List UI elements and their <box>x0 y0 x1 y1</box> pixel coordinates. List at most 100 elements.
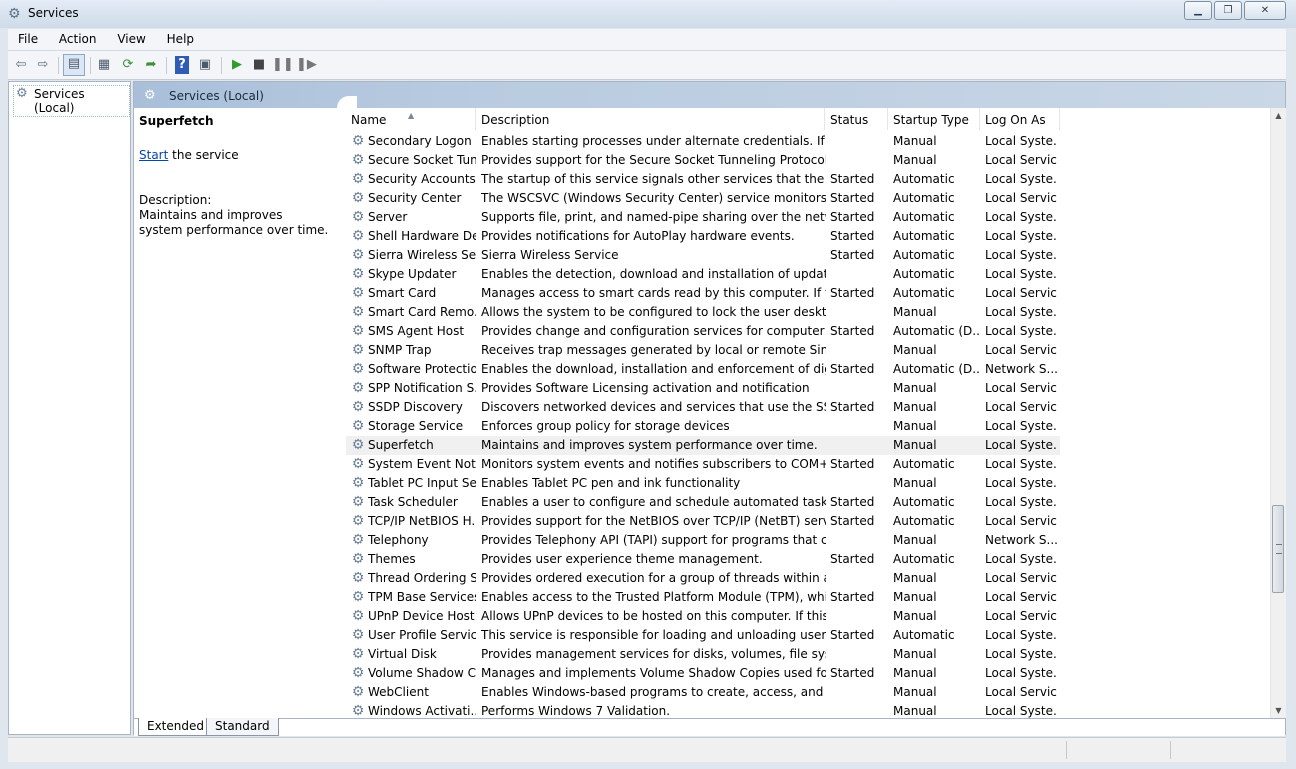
services-list: Name ▲ Description Status Startup Type Lo… <box>346 108 1268 718</box>
menu-help[interactable]: Help <box>157 29 201 46</box>
table-row[interactable]: ⚙ Smart Card Manages access to smart cards… <box>346 284 1268 303</box>
services-pane: ⚙ Services (Local) Superfetch Start the … <box>133 81 1286 736</box>
cell-name: Storage Service <box>368 419 464 433</box>
gear-icon: ⚙ <box>351 665 365 681</box>
table-row[interactable]: ⚙ Windows Activati... Performs Windows 7 V… <box>346 702 1268 718</box>
table-row[interactable]: ⚙ Security Accounts... The startup of this… <box>346 170 1268 189</box>
cell-name: UPnP Device Host <box>368 609 475 623</box>
table-row[interactable]: ⚙ Volume Shadow C... Manages and implement… <box>346 664 1268 683</box>
table-row[interactable]: ⚙ Smart Card Remo... Allows the system to … <box>346 303 1268 322</box>
cell-log-on-as: Local Syste... <box>985 704 1057 718</box>
menu-action[interactable]: Action <box>49 29 104 46</box>
close-icon[interactable]: ✕ <box>1244 1 1286 20</box>
refresh-icon[interactable]: ⟳ <box>119 56 137 74</box>
table-row[interactable]: ⚙Tablet PC Input Se... Enables Tablet PC … <box>346 474 1268 493</box>
column-header-status[interactable]: Status <box>825 108 888 130</box>
column-header-log-on-as[interactable]: Log On As <box>980 108 1060 130</box>
description-label: Description: <box>139 193 212 207</box>
cell-log-on-as: Local Service <box>985 514 1057 528</box>
cell-log-on-as: Local Service <box>985 571 1057 585</box>
properties-icon[interactable]: ▦ <box>95 56 113 74</box>
restart-service-icon[interactable]: ❚▶ <box>296 56 317 74</box>
table-row[interactable]: ⚙Secure Socket Tun... Provides support fo… <box>346 151 1268 170</box>
gear-icon: ⚙ <box>351 342 365 358</box>
gear-icon: ⚙ <box>351 608 365 624</box>
gear-icon: ⚙ <box>351 456 365 472</box>
cell-startup-type: Manual <box>893 438 937 452</box>
console-view-icon[interactable]: ▣ <box>196 56 214 74</box>
table-row[interactable]: ⚙System Event Noti... Monitors system eve… <box>346 455 1268 474</box>
toolbar-separator <box>166 57 167 74</box>
cell-description: Provides support for the Secure Socket T… <box>481 153 826 167</box>
table-row[interactable]: ⚙ SNMP Trap Receives trap messages generat… <box>346 341 1268 360</box>
table-row[interactable]: ⚙ Virtual Disk Provides management service… <box>346 645 1268 664</box>
table-row[interactable]: ⚙ Skype Updater Enables the detection, dow… <box>346 265 1268 284</box>
tab-standard[interactable]: Standard <box>206 718 279 736</box>
back-icon[interactable]: ⇦ <box>12 56 30 74</box>
restore-icon[interactable]: ❐ <box>1214 1 1242 20</box>
table-row[interactable]: ⚙ Themes Provides user experience theme ma… <box>346 550 1268 569</box>
cell-name: Secondary Logon <box>368 134 472 148</box>
scroll-down-icon[interactable]: ▼ <box>1271 703 1286 718</box>
gear-icon: ⚙ <box>351 209 365 225</box>
table-row[interactable]: ⚙ Storage Service Enforces group policy fo… <box>346 417 1268 436</box>
cell-log-on-as: Local Service <box>985 381 1057 395</box>
table-row[interactable]: ⚙ Secondary Logon Enables starting process… <box>346 132 1268 151</box>
column-header-description[interactable]: Description <box>476 108 825 130</box>
gear-icon: ⚙ <box>351 380 365 396</box>
column-header-name[interactable]: Name ▲ <box>346 108 476 130</box>
table-row[interactable]: ⚙ Telephony Provides Telephony API (TAPI) … <box>346 531 1268 550</box>
forward-icon[interactable]: ⇨ <box>34 56 52 74</box>
cell-description: Discovers networked devices and services… <box>481 400 826 414</box>
cell-name: Volume Shadow C... <box>368 666 476 680</box>
pane-header: ⚙ Services (Local) <box>134 82 1285 108</box>
pause-service-icon[interactable]: ❚❚ <box>272 56 294 74</box>
scroll-up-icon[interactable]: ▲ <box>1271 108 1286 123</box>
table-row[interactable]: ⚙Shell Hardware De... Provides notificati… <box>346 227 1268 246</box>
cell-name: Software Protection <box>368 362 476 376</box>
gear-icon: ⚙ <box>351 646 365 662</box>
table-row[interactable]: ⚙ SPP Notification S... Provides Software … <box>346 379 1268 398</box>
start-service-link[interactable]: Start <box>139 148 168 162</box>
table-row[interactable]: ⚙ Security Center The WSCSVC (Windows Secu… <box>346 189 1268 208</box>
table-row[interactable]: ⚙ TCP/IP NetBIOS H... Provides support for… <box>346 512 1268 531</box>
minimize-icon[interactable]: ▁ <box>1184 1 1212 20</box>
menu-file[interactable]: File <box>8 29 45 46</box>
table-row[interactable]: ⚙ TPM Base Services Enables access to the … <box>346 588 1268 607</box>
export-list-icon[interactable]: ➦ <box>142 56 160 74</box>
table-row[interactable]: ⚙ WebClient Enables Windows-based programs… <box>346 683 1268 702</box>
table-row[interactable]: ⚙ SSDP Discovery Discovers networked devic… <box>346 398 1268 417</box>
show-hide-tree-icon[interactable]: ▤ <box>63 54 85 76</box>
help-icon[interactable]: ? <box>175 56 189 74</box>
stop-service-icon[interactable]: ■ <box>250 56 268 74</box>
column-headers: Name ▲ Description Status Startup Type Lo… <box>346 108 1268 130</box>
vertical-scrollbar[interactable]: ▲ ▼ <box>1270 108 1286 718</box>
start-service-icon[interactable]: ▶ <box>228 56 246 74</box>
cell-status: Started <box>830 400 875 414</box>
tree-item-services-local[interactable]: ⚙ Services (Local) <box>13 85 130 117</box>
cell-log-on-as: Network S... <box>985 533 1057 547</box>
table-row[interactable]: ⚙ User Profile Service This service is res… <box>346 626 1268 645</box>
cell-startup-type: Manual <box>893 609 937 623</box>
cell-log-on-as: Local Syste... <box>985 457 1057 471</box>
cell-description: Provides ordered execution for a group o… <box>481 571 826 585</box>
cell-description: Monitors system events and notifies subs… <box>481 457 826 471</box>
table-row[interactable]: ⚙Thread Ordering S... Provides ordered ex… <box>346 569 1268 588</box>
table-row[interactable]: ⚙ Software Protection Enables the download… <box>346 360 1268 379</box>
gear-icon: ⚙ <box>351 494 365 510</box>
table-row[interactable]: ⚙ Superfetch Maintains and improves system… <box>346 436 1268 455</box>
table-row[interactable]: ⚙ UPnP Device Host Allows UPnP devices to … <box>346 607 1268 626</box>
tab-extended[interactable]: Extended <box>138 718 213 736</box>
gear-icon: ⚙ <box>351 684 365 700</box>
cell-status <box>830 151 890 170</box>
column-header-label: Startup Type <box>893 113 969 127</box>
table-row[interactable]: ⚙Sierra Wireless Ser... Sierra Wireless S… <box>346 246 1268 265</box>
grip-icon <box>1276 544 1282 554</box>
table-row[interactable]: ⚙ SMS Agent Host Provides change and confi… <box>346 322 1268 341</box>
scroll-thumb[interactable] <box>1272 505 1284 593</box>
column-header-startup-type[interactable]: Startup Type <box>888 108 980 130</box>
table-row[interactable]: ⚙ Server Supports file, print, and named-p… <box>346 208 1268 227</box>
cell-status: Started <box>830 666 875 680</box>
table-row[interactable]: ⚙ Task Scheduler Enables a user to configu… <box>346 493 1268 512</box>
menu-view[interactable]: View <box>107 29 152 46</box>
